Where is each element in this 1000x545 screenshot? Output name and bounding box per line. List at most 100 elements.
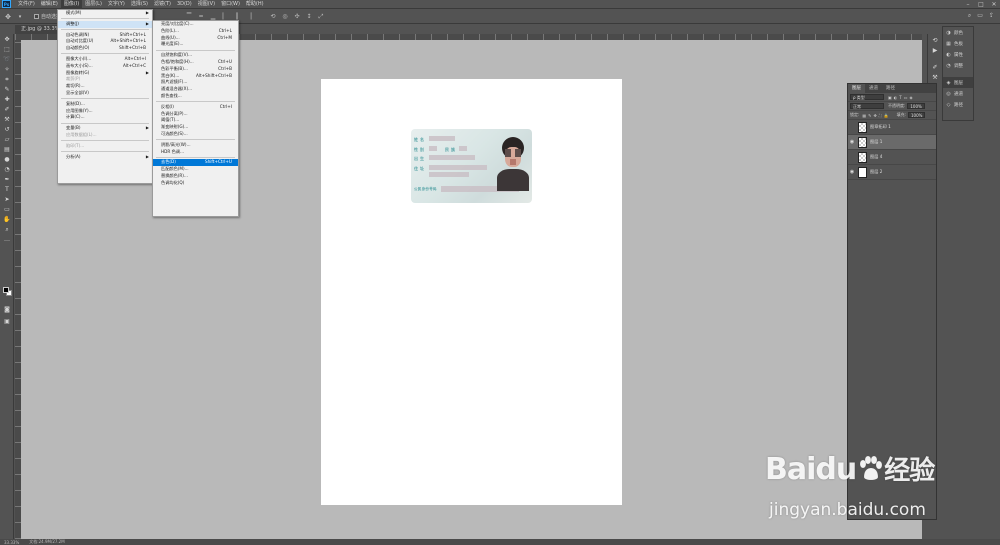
adjustments-menu-item[interactable]: 通道混合器(X)... <box>153 86 238 93</box>
adjustments-menu-item[interactable]: 色相/饱和度(H)... Ctrl+U <box>153 59 238 66</box>
adjustments-menu-item[interactable]: 色阶(L)... Ctrl+L <box>153 28 238 35</box>
share-icon[interactable]: ⇪ <box>989 12 994 20</box>
image-menu-item[interactable]: 变量(B) ▶ <box>58 125 152 132</box>
align-left-icon[interactable]: ▏ <box>221 13 229 20</box>
menu-item[interactable]: 文字(Y) <box>105 0 128 9</box>
align-vcenter-icon[interactable]: ═ <box>197 13 205 20</box>
move-tool-icon[interactable]: ✥ <box>2 35 12 44</box>
adjustments-menu-item[interactable]: 自然饱和度(V)... <box>153 52 238 59</box>
image-menu-item[interactable]: 应用数据组(L)... <box>58 132 152 139</box>
layer-row[interactable]: ◉ 图层 1 <box>848 135 936 150</box>
image-menu-item[interactable]: 计算(C)... <box>58 114 152 121</box>
gradient-tool-icon[interactable]: ▤ <box>2 145 12 154</box>
actions-icon[interactable]: ▶ <box>930 46 940 55</box>
type-tool-icon[interactable]: T <box>2 185 12 194</box>
hand-tool-icon[interactable]: ✋ <box>2 215 12 224</box>
menu-item[interactable]: 滤镜(T) <box>151 0 174 9</box>
image-menu-item[interactable]: 分析(A) ▶ <box>58 154 152 161</box>
history-brush-icon[interactable]: ↺ <box>2 125 12 134</box>
auto-select-checkbox[interactable] <box>34 14 39 19</box>
history-icon[interactable]: ⟲ <box>930 36 940 45</box>
adjustments-menu-item[interactable]: 颜色查找... <box>153 93 238 100</box>
align-top-icon[interactable]: ▔ <box>185 13 193 20</box>
fill-input[interactable]: 100% <box>907 112 926 118</box>
more-tools-icon[interactable]: … <box>2 235 12 244</box>
brush-tool-icon[interactable]: ✐ <box>2 105 12 114</box>
tab-channels[interactable]: 通道 <box>865 84 882 93</box>
minimize-button[interactable]: – <box>962 0 974 9</box>
quick-mask-icon[interactable]: ◙ <box>2 305 12 314</box>
shape-tool-icon[interactable]: ▭ <box>2 205 12 214</box>
image-menu-item[interactable]: 图像大小(I)... Alt+Ctrl+I <box>58 56 152 63</box>
dodge-tool-icon[interactable]: ◔ <box>2 165 12 174</box>
adjustments-menu-item[interactable]: 亮度/对比度(C)... <box>153 21 238 28</box>
panel-dock-item[interactable]: ◐ 属性 <box>943 49 973 60</box>
menu-item[interactable]: 编辑(E) <box>38 0 61 9</box>
workspace-icon[interactable]: ▭ <box>977 12 983 20</box>
filter-icons[interactable]: ▣◐T▭◈ <box>888 95 915 100</box>
visibility-eye-icon[interactable]: ◉ <box>848 139 856 145</box>
adjustments-menu-item[interactable]: 反相(I) Ctrl+I <box>153 104 238 111</box>
layer-row[interactable]: 图章拓印 1 <box>848 120 936 135</box>
zoom-tool-icon[interactable]: ⌕ <box>2 225 12 234</box>
visibility-eye-icon[interactable]: ◉ <box>848 169 856 175</box>
panel-dock-item[interactable]: ◎ 通道 <box>943 88 973 99</box>
crop-tool-icon[interactable]: ⌗ <box>2 75 12 84</box>
healing-brush-icon[interactable]: ✚ <box>2 95 12 104</box>
3d-roll-icon[interactable]: ◎ <box>281 13 289 21</box>
marquee-tool-icon[interactable]: ⬚ <box>2 45 12 54</box>
menu-item[interactable]: 图层(L) <box>82 0 105 9</box>
adjustments-menu-item[interactable]: 曝光度(E)... <box>153 41 238 48</box>
3d-rotate-icon[interactable]: ⟲ <box>269 13 277 21</box>
align-bottom-icon[interactable]: ▁ <box>209 13 217 20</box>
panel-dock-item[interactable]: ▦ 色板 <box>943 38 973 49</box>
image-menu-item[interactable]: 模式(M) ▶ <box>58 10 152 17</box>
menu-item[interactable]: 文件(F) <box>15 0 38 9</box>
magic-wand-icon[interactable]: ✧ <box>2 65 12 74</box>
menu-item[interactable]: 3D(D) <box>174 0 195 9</box>
menu-item[interactable]: 视图(V) <box>195 0 218 9</box>
menu-item[interactable]: 图像(I) <box>60 0 83 9</box>
pen-tool-icon[interactable]: ✒ <box>2 175 12 184</box>
panel-dock-item[interactable]: ◑ 颜色 <box>943 27 973 38</box>
image-menu-item[interactable]: 画布大小(S)... Alt+Ctrl+C <box>58 63 152 70</box>
menu-item[interactable]: 帮助(H) <box>243 0 267 9</box>
image-menu-item[interactable]: 调整(J) ▶ <box>58 20 152 28</box>
brush-settings-icon[interactable]: ✐ <box>930 63 940 72</box>
adjustments-menu-item[interactable]: 色调均化(Q) <box>153 180 238 187</box>
adjustments-menu-item[interactable]: HDR 色调... <box>153 149 238 156</box>
tab-layers[interactable]: 图层 <box>848 84 865 93</box>
3d-scale-icon[interactable]: ⤢ <box>317 13 325 21</box>
layer-filter-select[interactable]: ρ 类型 <box>850 94 884 100</box>
tool-preset-dropdown-icon[interactable]: ▾ <box>16 13 24 21</box>
layer-row[interactable]: ◉ 图层 2 <box>848 165 936 180</box>
adjustments-menu-item[interactable]: 可选颜色(S)... <box>153 131 238 138</box>
eyedropper-icon[interactable]: ✎ <box>2 85 12 94</box>
blur-tool-icon[interactable]: ● <box>2 155 12 164</box>
align-hcenter-icon[interactable]: ║ <box>233 13 241 20</box>
adjustments-menu-item[interactable]: 阴影/高光(W)... <box>153 142 238 149</box>
lasso-tool-icon[interactable]: ➰ <box>2 55 12 64</box>
image-menu-item[interactable]: 自动颜色(O) Shift+Ctrl+B <box>58 45 152 52</box>
eraser-icon[interactable]: ▱ <box>2 135 12 144</box>
clone-source-icon[interactable]: ⚒ <box>930 73 940 82</box>
menu-item[interactable]: 选择(S) <box>128 0 151 9</box>
3d-drag-icon[interactable]: ✣ <box>293 13 301 21</box>
lock-icons[interactable]: ▦✎✥⛶🔒 <box>862 113 890 118</box>
search-icon[interactable]: ⌕ <box>968 12 971 20</box>
layer-row[interactable]: 图层 4 <box>848 150 936 165</box>
image-menu-item[interactable]: 裁切(R)... <box>58 83 152 90</box>
tab-paths[interactable]: 路径 <box>882 84 899 93</box>
adjustments-menu-item[interactable]: 替换颜色(R)... <box>153 173 238 180</box>
panel-dock-item[interactable]: ◇ 路径 <box>943 99 973 110</box>
clone-stamp-icon[interactable]: ⚒ <box>2 115 12 124</box>
image-menu-item[interactable]: 显示全部(V) <box>58 90 152 97</box>
blend-mode-select[interactable]: 正常 <box>850 103 884 109</box>
move-tool-icon[interactable]: ✥ <box>4 13 12 21</box>
maximize-button[interactable]: □ <box>975 0 987 9</box>
adjustments-menu-item[interactable]: 色彩平衡(B)... Ctrl+B <box>153 66 238 73</box>
panel-dock-item[interactable]: ◔ 调整 <box>943 60 973 71</box>
panel-dock-item[interactable]: ◈ 图层 <box>943 77 973 88</box>
align-right-icon[interactable]: ▕ <box>245 13 253 20</box>
opacity-input[interactable]: 100% <box>907 103 925 109</box>
